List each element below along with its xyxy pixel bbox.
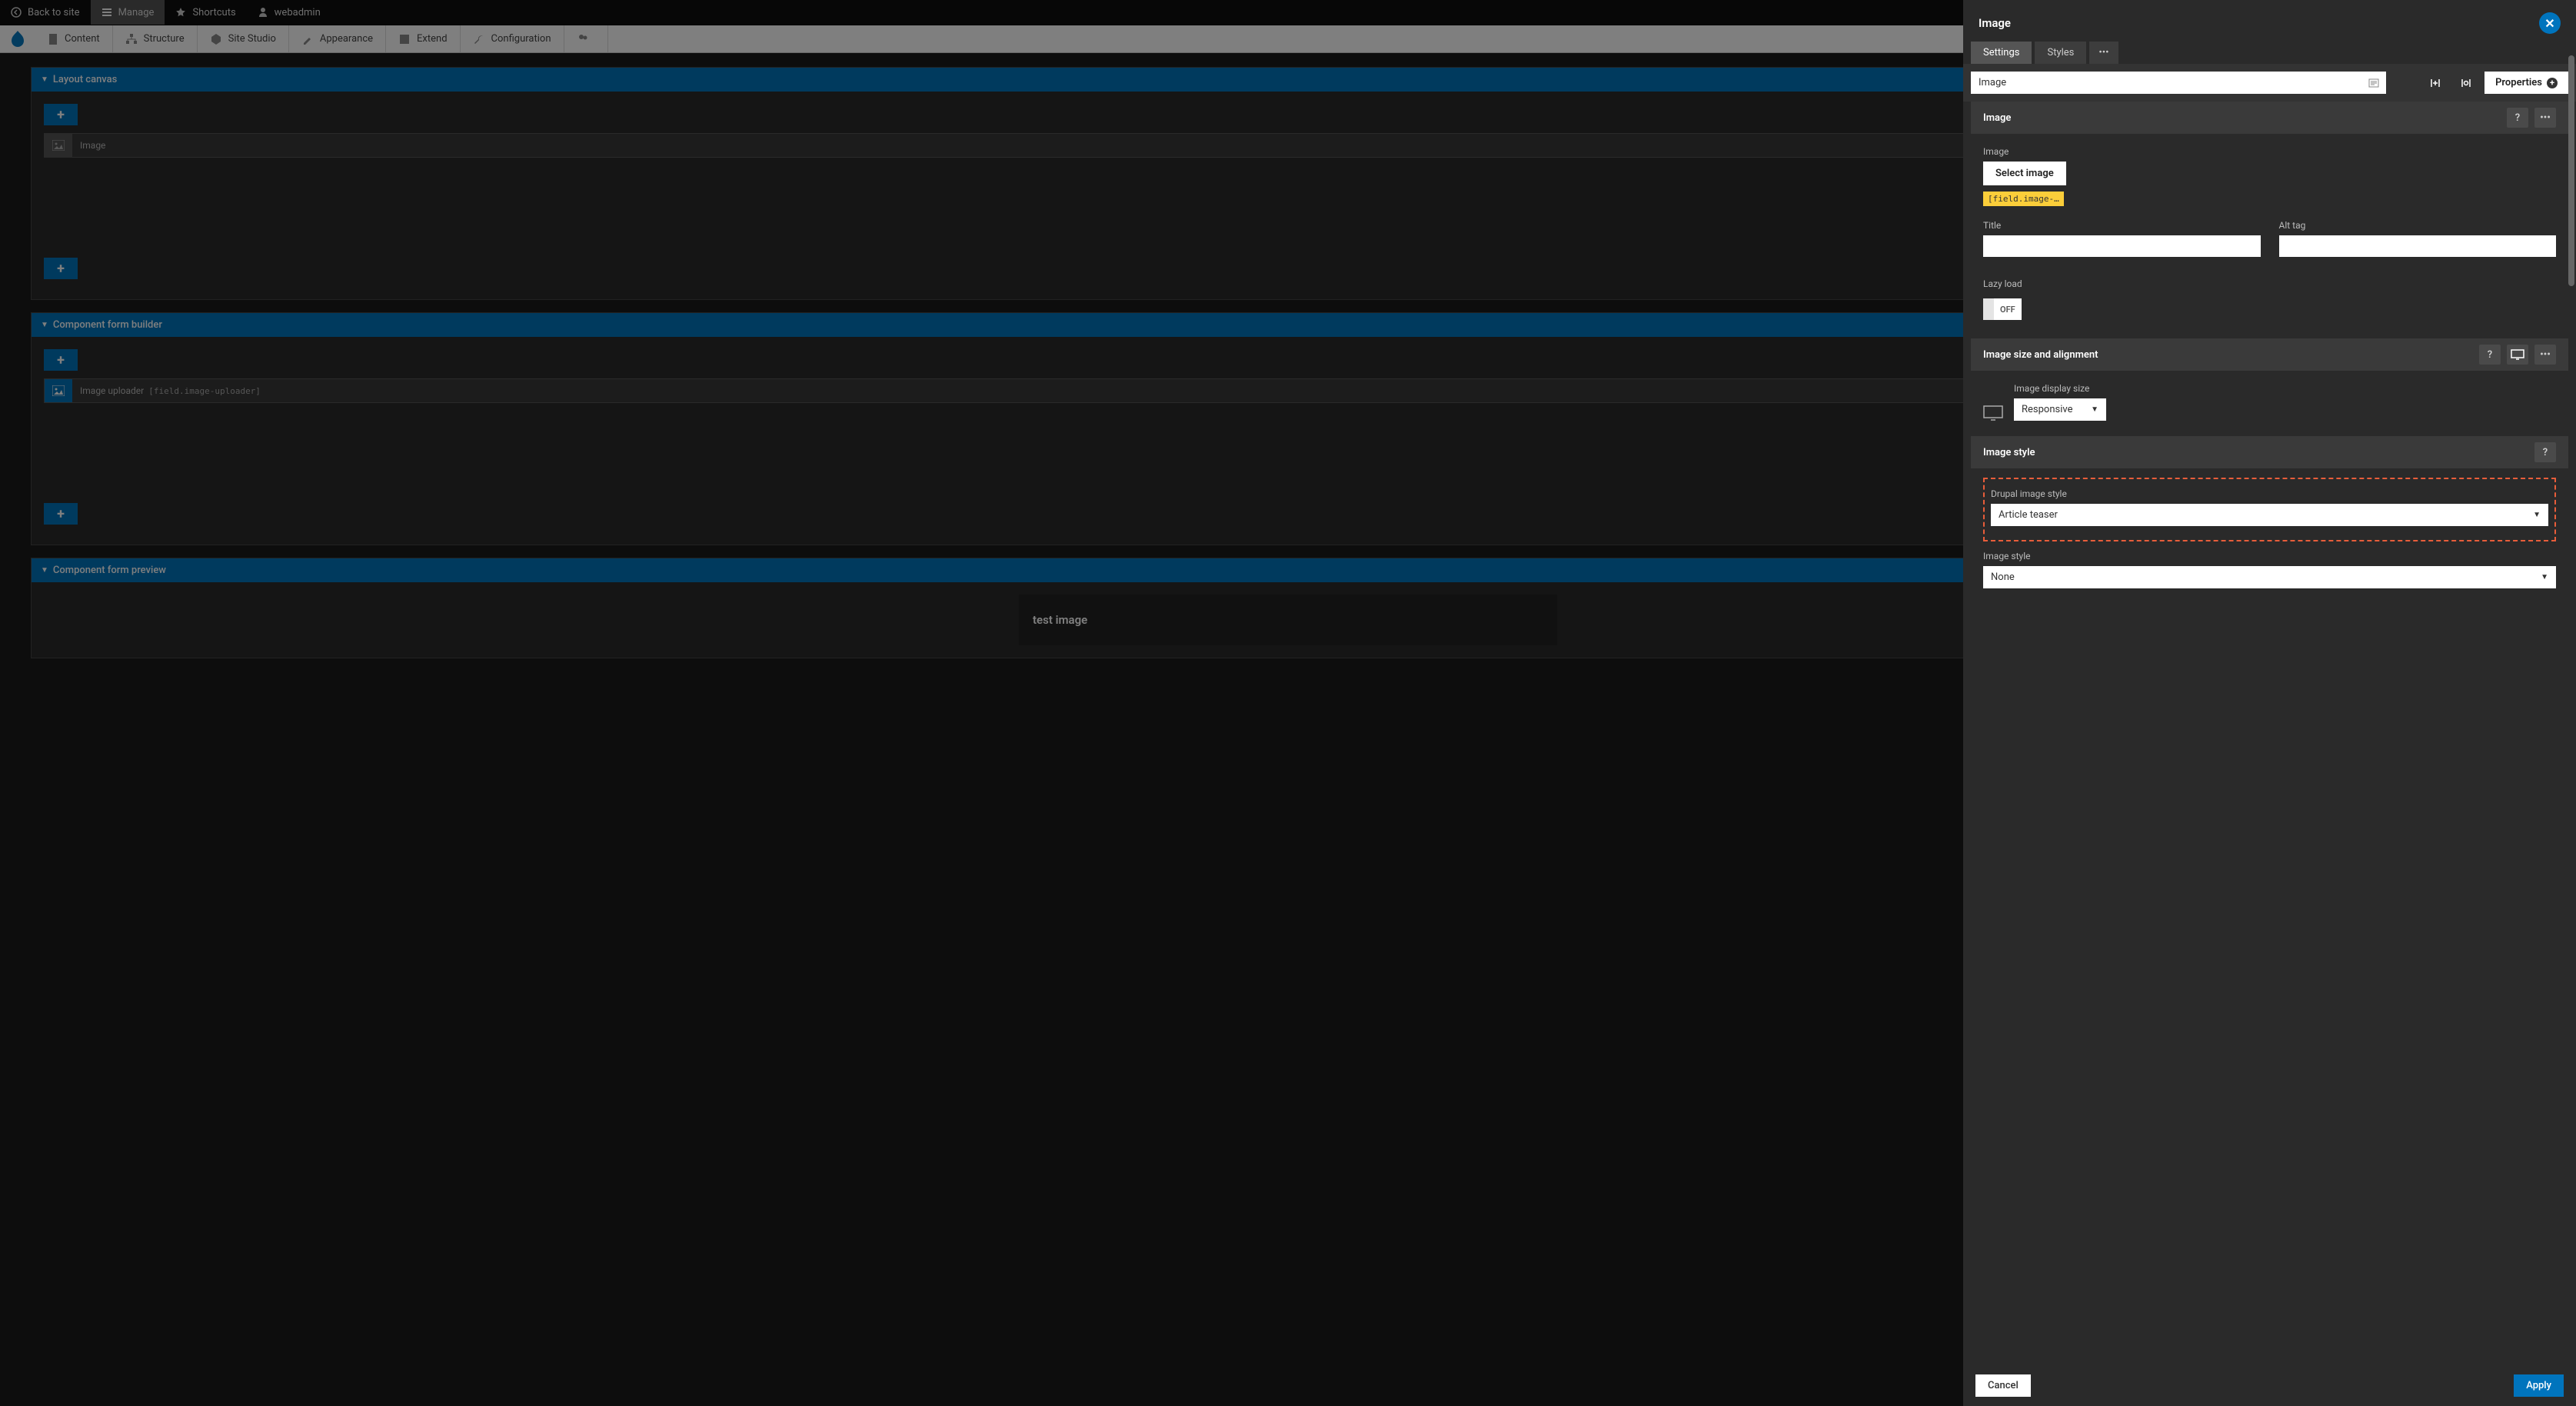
drupal-style-highlight: Drupal image style Article teaser ▼ <box>1983 478 2556 541</box>
section-size-header[interactable]: Image size and alignment ? ••• <box>1971 338 2568 371</box>
tab-more[interactable]: ••• <box>2089 42 2118 64</box>
help-button[interactable]: ? <box>2534 442 2556 462</box>
lazy-load-toggle[interactable]: OFF <box>1983 298 2022 320</box>
section-style-header[interactable]: Image style ? <box>1971 436 2568 468</box>
help-button[interactable]: ? <box>2507 108 2528 128</box>
close-button[interactable]: ✕ <box>2539 12 2561 34</box>
ellipsis-icon: ••• <box>2540 349 2551 361</box>
drupal-style-label: Drupal image style <box>1988 488 2551 499</box>
toggle-off-label: OFF <box>1994 300 2022 319</box>
alt-input[interactable] <box>2279 235 2557 257</box>
display-size-select[interactable]: Responsive ▼ <box>2014 398 2106 421</box>
section-size-title: Image size and alignment <box>1983 349 2098 361</box>
image-style-label: Image style <box>1983 551 2556 561</box>
image-field-label: Image <box>1983 146 2556 157</box>
drawer-toolbar: Properties + <box>1963 64 2576 102</box>
drawer-footer: Cancel Apply <box>1963 1365 2576 1406</box>
tab-settings[interactable]: Settings <box>1971 42 2032 64</box>
desktop-icon <box>2511 349 2524 360</box>
title-input[interactable] <box>1983 235 2261 257</box>
toggle-handle <box>1983 298 1994 320</box>
alt-label: Alt tag <box>2279 220 2557 231</box>
bracket-plus-icon[interactable] <box>2423 72 2448 94</box>
caret-down-icon: ▼ <box>2533 511 2541 519</box>
plus-circle-icon: + <box>2547 78 2558 88</box>
cancel-button[interactable]: Cancel <box>1975 1374 2031 1397</box>
bracket-o-icon[interactable] <box>2454 72 2478 94</box>
apply-button[interactable]: Apply <box>2514 1374 2564 1397</box>
select-image-button[interactable]: Select image <box>1983 162 2066 185</box>
caret-down-icon: ▼ <box>2541 573 2548 581</box>
help-icon: ? <box>2488 349 2492 361</box>
image-style-value: None <box>1991 571 2015 583</box>
caret-down-icon: ▼ <box>2091 405 2098 414</box>
help-icon: ? <box>2543 447 2548 458</box>
section-menu-button[interactable]: ••• <box>2534 345 2556 365</box>
title-label: Title <box>1983 220 2261 231</box>
image-style-select[interactable]: None ▼ <box>1983 566 2556 588</box>
image-settings-drawer: Image ✕ Settings Styles ••• Properties +… <box>1963 0 2576 1406</box>
section-menu-button[interactable]: ••• <box>2534 108 2556 128</box>
display-size-label: Image display size <box>2014 383 2106 394</box>
ellipsis-icon: ••• <box>2540 112 2551 124</box>
desktop-icon <box>1983 405 2003 421</box>
drawer-body: Image ? ••• Image Select image [field.im… <box>1963 102 2576 1365</box>
section-image-header[interactable]: Image ? ••• <box>1971 102 2568 134</box>
help-button[interactable]: ? <box>2479 345 2501 365</box>
scrollbar[interactable] <box>2568 55 2574 286</box>
properties-button[interactable]: Properties + <box>2484 72 2568 94</box>
drupal-style-value: Article teaser <box>1999 509 2058 521</box>
display-size-value: Responsive <box>2022 404 2073 415</box>
drawer-tabs: Settings Styles ••• <box>1963 42 2576 64</box>
properties-label: Properties <box>2495 77 2542 88</box>
section-image-title: Image <box>1983 112 2011 124</box>
lazy-label: Lazy load <box>1983 278 2556 289</box>
image-token-chip[interactable]: [field.image-… <box>1983 192 2064 206</box>
drupal-style-select[interactable]: Article teaser ▼ <box>1991 504 2548 526</box>
element-name-input[interactable] <box>1971 72 2386 94</box>
section-style-title: Image style <box>1983 447 2035 458</box>
drawer-title: Image <box>1979 16 2011 30</box>
help-icon: ? <box>2515 112 2520 124</box>
tab-styles[interactable]: Styles <box>2035 42 2086 64</box>
token-list-icon[interactable] <box>2361 72 2386 94</box>
ellipsis-icon: ••• <box>2098 47 2108 58</box>
device-button[interactable] <box>2507 345 2528 365</box>
